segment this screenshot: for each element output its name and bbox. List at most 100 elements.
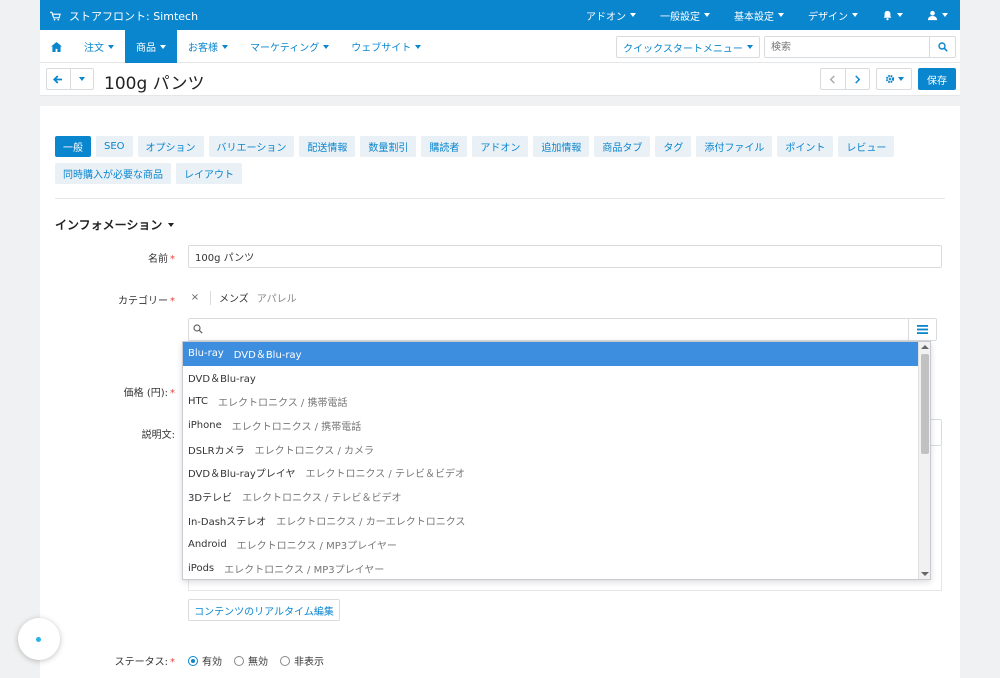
notifications-menu[interactable]	[870, 0, 915, 30]
nav-label: お客様	[188, 43, 218, 54]
option-name: DVD＆Blu-ray	[188, 374, 256, 386]
user-menu[interactable]	[915, 0, 960, 30]
category-search-input[interactable]	[188, 318, 937, 341]
tab-attachments[interactable]: 添付ファイル	[696, 136, 773, 157]
separator	[210, 290, 211, 305]
nav-home[interactable]	[40, 30, 73, 63]
logo-dot-icon	[35, 636, 41, 642]
product-name-input[interactable]: 100g パンツ	[188, 245, 942, 268]
category-label: カテゴリー *	[118, 292, 175, 307]
price-label-text: 価格 (円):	[123, 388, 168, 399]
tab-options[interactable]: オプション	[137, 136, 204, 157]
list-item[interactable]: HTC エレクトロニクス / 携帯電話	[183, 390, 930, 414]
search-input[interactable]	[765, 37, 925, 57]
option-name: 3Dテレビ	[188, 493, 233, 505]
next-product-button[interactable]	[844, 69, 870, 89]
nav-customers[interactable]: お客様	[177, 30, 239, 63]
status-hidden-option[interactable]: 非表示	[280, 653, 324, 668]
global-search	[764, 36, 956, 58]
nav-website[interactable]: ウェブサイト	[340, 30, 432, 63]
list-icon	[917, 325, 928, 334]
prev-next-group	[820, 68, 870, 90]
option-path: エレクトロニクス / テレビ＆ビデオ	[242, 493, 402, 505]
list-item[interactable]: iPhone エレクトロニクス / 携帯電話	[183, 413, 930, 437]
prev-product-button[interactable]	[821, 69, 845, 89]
category-dropdown: Blu-ray DVD＆Blu-ray DVD＆Blu-ray HTC エレクトロニ…	[182, 341, 931, 580]
list-item[interactable]: Android エレクトロニクス / MP3プレイヤー	[183, 532, 930, 556]
tab-shipping[interactable]: 配送情報	[299, 136, 356, 157]
top-menu-general-settings[interactable]: 一般設定	[648, 0, 722, 30]
caret-down-icon	[897, 77, 904, 81]
category-list-button[interactable]	[908, 319, 936, 340]
list-item[interactable]: DVD＆Blu-rayプレイヤ エレクトロニクス / テレビ＆ビデオ	[183, 461, 930, 485]
scrollbar-thumb[interactable]	[921, 354, 929, 454]
tab-layouts[interactable]: レイアウト	[176, 163, 242, 184]
status-option-label: 非表示	[294, 657, 324, 668]
list-item[interactable]: 3Dテレビ エレクトロニクス / テレビ＆ビデオ	[183, 485, 930, 509]
floating-widget-button[interactable]	[18, 618, 60, 660]
dropdown-scrollbar[interactable]	[918, 342, 930, 579]
option-path: エレクトロニクス / MP3プレイヤー	[236, 540, 397, 552]
store-switcher[interactable]: ストアフロント: Simtech	[50, 8, 198, 24]
settings-menu-button[interactable]	[876, 68, 912, 90]
tab-general[interactable]: 一般	[55, 136, 91, 157]
tab-tags[interactable]: タグ	[655, 136, 692, 157]
nav-marketing[interactable]: マーケティング	[239, 30, 340, 63]
list-item[interactable]: Blu-ray DVD＆Blu-ray	[183, 342, 930, 366]
caret-down-icon	[746, 45, 753, 49]
product-name-value: 100g パンツ	[195, 253, 255, 264]
tab-addons[interactable]: アドオン	[472, 136, 529, 157]
tab-additional-info[interactable]: 追加情報	[533, 136, 590, 157]
page-title: 100g パンツ	[104, 74, 205, 94]
nav-orders[interactable]: 注文	[73, 30, 125, 63]
back-dropdown-button[interactable]	[69, 69, 94, 89]
caret-down-icon	[168, 222, 175, 227]
status-disabled-option[interactable]: 無効	[234, 653, 268, 668]
list-item[interactable]: In-Dashステレオ エレクトロニクス / カーエレクトロニクス	[183, 509, 930, 533]
remove-category-icon[interactable]: ×	[188, 292, 202, 303]
top-menu-basic-settings[interactable]: 基本設定	[722, 0, 796, 30]
nav-products[interactable]: 商品	[125, 30, 177, 63]
tab-product-tabs[interactable]: 商品タブ	[594, 136, 651, 157]
option-name: iPods	[188, 562, 215, 574]
caret-down-icon	[630, 13, 636, 17]
tab-points[interactable]: ポイント	[777, 136, 834, 157]
save-button[interactable]: 保存	[918, 68, 956, 90]
scroll-up-icon[interactable]	[921, 345, 929, 349]
tab-subscribers[interactable]: 購読者	[421, 136, 468, 157]
search-button[interactable]	[929, 37, 955, 57]
tab-quantity-discounts[interactable]: 数量割引	[360, 136, 417, 157]
main-nav: 注文 商品 お客様 マーケティング ウェブサイト クイックスタートメニュー	[40, 30, 960, 63]
top-menu-label: 基本設定	[734, 11, 774, 23]
product-form-card: 一般 SEO オプション バリエーション 配送情報 数量割引 購読者 アドオン …	[40, 106, 960, 678]
scroll-down-icon[interactable]	[921, 572, 929, 576]
top-menu-label: デザイン	[808, 11, 848, 23]
radio-checked-icon[interactable]	[188, 655, 198, 666]
search-icon	[937, 42, 948, 52]
back-button-group	[46, 68, 94, 90]
top-menu-label: 一般設定	[660, 11, 700, 23]
section-toggle-information[interactable]: インフォメーション	[55, 216, 175, 233]
caret-down-icon	[78, 77, 85, 81]
caret-down-icon	[897, 13, 903, 17]
list-item[interactable]: DSLRカメラ エレクトロニクス / カメラ	[183, 437, 930, 461]
description-label: 説明文:	[142, 426, 175, 441]
list-item[interactable]: iPods エレクトロニクス / MP3プレイヤー	[183, 556, 930, 579]
radio-icon[interactable]	[234, 655, 244, 666]
tab-seo[interactable]: SEO	[96, 136, 133, 157]
status-active-option[interactable]: 有効	[188, 653, 222, 668]
tab-required-products[interactable]: 同時購入が必要な商品	[55, 163, 171, 184]
selected-category: × メンズ アパレル	[188, 290, 297, 305]
top-menu-addons[interactable]: アドオン	[574, 0, 648, 30]
required-mark: *	[170, 388, 175, 399]
list-item[interactable]: DVD＆Blu-ray	[183, 366, 930, 390]
radio-icon[interactable]	[280, 655, 290, 666]
tab-variations[interactable]: バリエーション	[208, 136, 295, 157]
top-menu-design[interactable]: デザイン	[796, 0, 870, 30]
realtime-edit-button[interactable]: コンテンツのリアルタイム編集	[188, 599, 340, 621]
quickstart-menu-button[interactable]: クイックスタートメニュー	[616, 36, 760, 58]
required-mark: *	[170, 296, 175, 307]
tab-reviews[interactable]: レビュー	[838, 136, 895, 157]
back-button[interactable]	[47, 69, 70, 89]
chevron-right-icon	[854, 74, 861, 84]
